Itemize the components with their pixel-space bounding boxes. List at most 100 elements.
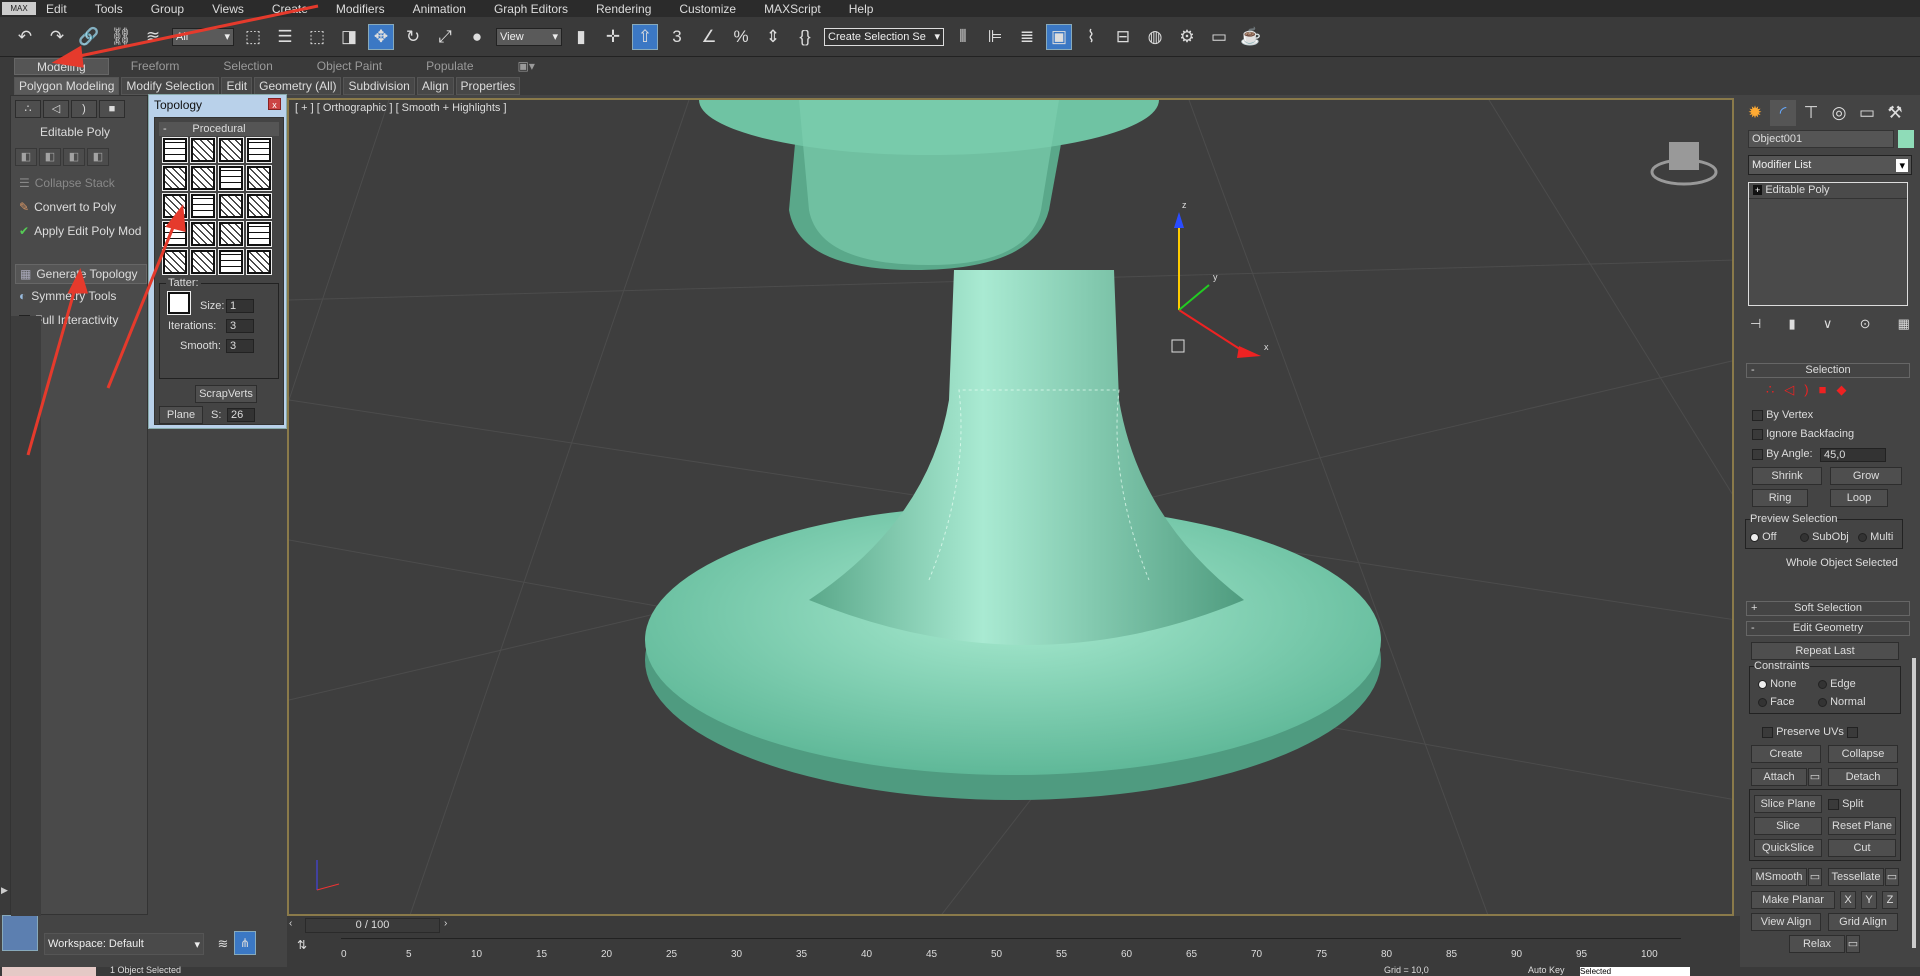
expand-icon[interactable]: + bbox=[1753, 185, 1763, 195]
link-icon[interactable]: 🔗 bbox=[76, 24, 102, 50]
object-name-field[interactable]: Object001 bbox=[1748, 130, 1894, 148]
redo-icon[interactable]: ↷ bbox=[44, 24, 70, 50]
topology-pattern-icon[interactable] bbox=[190, 193, 216, 219]
hierarchy-tab-icon[interactable]: ⊤ bbox=[1798, 100, 1824, 126]
schematic-view-icon[interactable]: ⊟ bbox=[1110, 24, 1136, 50]
ribbon-tab-modeling[interactable]: Modeling bbox=[14, 58, 109, 75]
topology-pattern-icon[interactable] bbox=[190, 249, 216, 275]
topology-pattern-icon[interactable] bbox=[162, 249, 188, 275]
menu-tools[interactable]: Tools bbox=[95, 2, 123, 16]
preview-off-radio[interactable]: Off bbox=[1750, 531, 1777, 543]
relax-settings-icon[interactable]: ▭ bbox=[1846, 935, 1860, 953]
menu-rendering[interactable]: Rendering bbox=[596, 2, 651, 16]
constraint-face-radio[interactable]: Face bbox=[1758, 696, 1795, 708]
topology-pattern-icon[interactable] bbox=[246, 249, 272, 275]
symmetry-tools-button[interactable]: ◐ Symmetry Tools bbox=[19, 289, 116, 303]
make-unique-icon[interactable]: ∨ bbox=[1823, 316, 1833, 332]
hierarchy-icon[interactable]: ⋔ bbox=[234, 931, 256, 955]
prev-frame-icon[interactable]: ‹ bbox=[289, 918, 292, 929]
edit-geometry-rollout-header[interactable]: - Edit Geometry bbox=[1746, 621, 1910, 636]
scene-explorer-icon[interactable]: ▣ bbox=[1046, 23, 1072, 50]
preserve-uvs-checkbox[interactable]: Preserve UVs bbox=[1762, 726, 1858, 738]
auto-key-button[interactable]: Auto Key bbox=[1528, 965, 1565, 975]
edge-icon[interactable]: ◁ bbox=[43, 100, 69, 118]
utilities-tab-icon[interactable]: ⚒ bbox=[1882, 100, 1908, 126]
menu-help[interactable]: Help bbox=[849, 2, 874, 16]
constraint-none-radio[interactable]: None bbox=[1758, 678, 1796, 690]
place-icon[interactable]: ● bbox=[464, 24, 490, 50]
next-frame-icon[interactable]: › bbox=[444, 918, 447, 929]
detach-button[interactable]: Detach bbox=[1828, 768, 1898, 786]
percent-snap-icon[interactable]: % bbox=[728, 24, 754, 50]
iterations-spinner[interactable]: 3 bbox=[226, 319, 254, 333]
topology-pattern-icon[interactable] bbox=[218, 221, 244, 247]
motion-tab-icon[interactable]: ◎ bbox=[1826, 100, 1852, 126]
smooth-spinner[interactable]: 3 bbox=[226, 339, 254, 353]
procedural-rollout-header[interactable]: - Procedural bbox=[159, 122, 279, 136]
vertex-icon[interactable]: ∴ bbox=[1766, 382, 1774, 398]
planar-z-button[interactable]: Z bbox=[1882, 891, 1898, 909]
window-crossing-icon[interactable]: ◨ bbox=[336, 24, 362, 50]
create-tab-icon[interactable]: ✹ bbox=[1742, 100, 1768, 126]
panel-properties[interactable]: Properties bbox=[455, 76, 521, 95]
reset-plane-button[interactable]: Reset Plane bbox=[1828, 817, 1896, 835]
preview-icon[interactable]: ◧ bbox=[63, 148, 85, 166]
rotate-icon[interactable]: ↻ bbox=[400, 24, 426, 50]
slice-plane-button[interactable]: Slice Plane bbox=[1754, 795, 1822, 813]
app-logo[interactable]: MAX bbox=[2, 2, 36, 15]
soft-selection-rollout-header[interactable]: + Soft Selection bbox=[1746, 601, 1910, 616]
viewport-label[interactable]: [ + ] [ Orthographic ] [ Smooth + Highli… bbox=[295, 102, 507, 114]
constraint-edge-radio[interactable]: Edge bbox=[1818, 678, 1856, 690]
topology-pattern-icon[interactable] bbox=[218, 137, 244, 163]
ribbon-tab-populate[interactable]: Populate bbox=[404, 58, 495, 75]
ignore-backfacing-checkbox[interactable]: Ignore Backfacing bbox=[1752, 428, 1854, 440]
close-icon[interactable]: x bbox=[268, 98, 281, 110]
topology-pattern-icon[interactable] bbox=[162, 165, 188, 191]
topology-pattern-icon[interactable] bbox=[246, 137, 272, 163]
ring-button[interactable]: Ring bbox=[1752, 489, 1808, 507]
undo-icon[interactable]: ↶ bbox=[12, 24, 38, 50]
panel-geometry-all[interactable]: Geometry (All) bbox=[254, 76, 342, 95]
tessellate-button[interactable]: Tessellate bbox=[1828, 868, 1884, 886]
angle-spinner[interactable]: 45,0 bbox=[1820, 448, 1886, 462]
menu-create[interactable]: Create bbox=[272, 2, 308, 16]
panel-modify-selection[interactable]: Modify Selection bbox=[121, 76, 220, 95]
panel-edit[interactable]: Edit bbox=[221, 76, 253, 95]
stack-item-editable-poly[interactable]: + Editable Poly bbox=[1749, 183, 1907, 199]
menu-customize[interactable]: Customize bbox=[679, 2, 736, 16]
curve-editor-icon[interactable]: ⌇ bbox=[1078, 24, 1104, 50]
select-object-icon[interactable]: ⬚ bbox=[240, 24, 266, 50]
align-icon[interactable]: ⊫ bbox=[982, 24, 1008, 50]
select-by-name-icon[interactable]: ☰ bbox=[272, 24, 298, 50]
topology-pattern-icon[interactable] bbox=[190, 137, 216, 163]
view-align-button[interactable]: View Align bbox=[1751, 913, 1821, 931]
convert-to-poly-button[interactable]: ✎ Convert to Poly bbox=[19, 200, 116, 214]
topology-title[interactable]: Topology bbox=[149, 95, 286, 113]
menu-edit[interactable]: Edit bbox=[46, 2, 67, 16]
element-icon[interactable]: ◆ bbox=[1836, 382, 1846, 398]
menu-maxscript[interactable]: MAXScript bbox=[764, 2, 821, 16]
reference-coord-dropdown[interactable]: View ▾ bbox=[496, 27, 562, 46]
key-mode-dropdown[interactable]: Selected bbox=[1580, 967, 1690, 976]
preview-icon[interactable]: ◧ bbox=[39, 148, 61, 166]
topology-pattern-icon[interactable] bbox=[218, 165, 244, 191]
select-manipulate-icon[interactable]: ✛ bbox=[600, 24, 626, 50]
preview-multi-radio[interactable]: Multi bbox=[1858, 531, 1893, 543]
selection-rollout-header[interactable]: - Selection bbox=[1746, 363, 1910, 378]
settings-icon[interactable] bbox=[1846, 726, 1858, 738]
collapse-stack-button[interactable]: ☰ Collapse Stack bbox=[19, 176, 115, 190]
by-angle-checkbox[interactable]: By Angle: bbox=[1752, 448, 1813, 460]
bind-space-warp-icon[interactable]: ≋ bbox=[140, 24, 166, 50]
show-end-result-icon[interactable]: ▮ bbox=[1789, 316, 1796, 332]
polygon-icon[interactable]: ■ bbox=[1819, 382, 1827, 398]
menu-group[interactable]: Group bbox=[151, 2, 184, 16]
maxscript-listener[interactable] bbox=[2, 967, 96, 976]
pivot-icon[interactable]: ▮ bbox=[568, 24, 594, 50]
layers-icon[interactable]: ≋ bbox=[210, 931, 236, 957]
topology-pattern-icon[interactable] bbox=[190, 221, 216, 247]
time-ruler[interactable]: 0 5 10 15 20 25 30 35 40 45 50 55 60 65 70 75 80 85 90 95 10… bbox=[341, 938, 1681, 964]
relax-button[interactable]: Relax bbox=[1789, 935, 1845, 953]
msmooth-button[interactable]: MSmooth bbox=[1751, 868, 1807, 886]
render-production-icon[interactable]: ☕ bbox=[1238, 24, 1264, 50]
topology-pattern-icon[interactable] bbox=[162, 137, 188, 163]
